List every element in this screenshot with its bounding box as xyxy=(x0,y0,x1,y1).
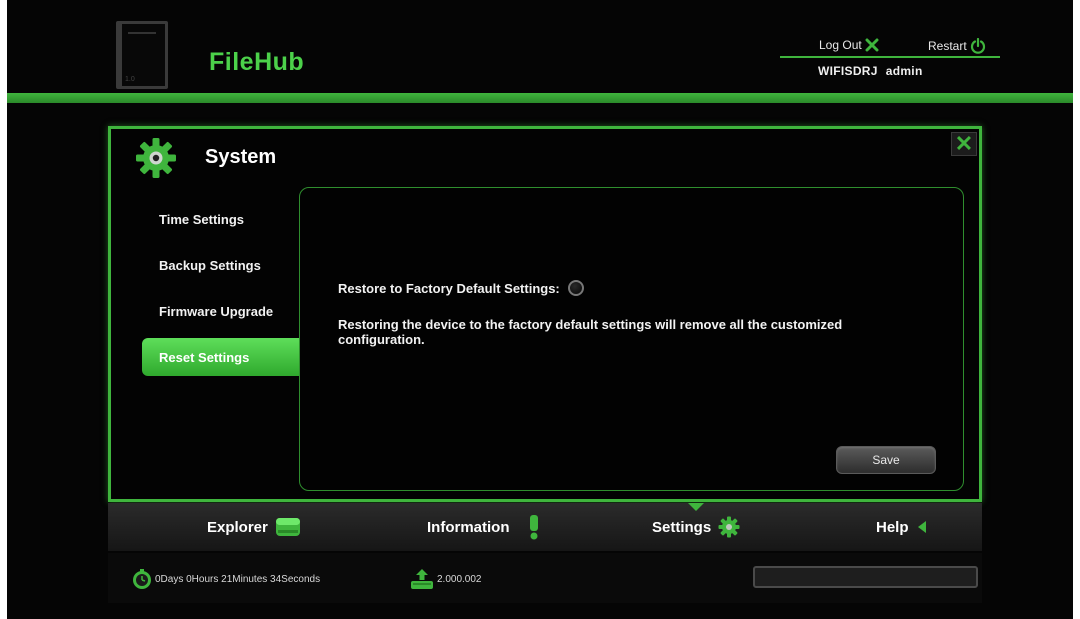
version-text: 2.000.002 xyxy=(437,573,482,585)
nav-label: Help xyxy=(876,518,909,536)
logout-link[interactable]: Log Out xyxy=(819,38,879,52)
menu-item-label: Backup Settings xyxy=(159,257,261,273)
username-label: admin xyxy=(885,64,923,78)
restore-row: Restore to Factory Default Settings: xyxy=(338,280,584,296)
nav-settings[interactable]: Settings xyxy=(652,514,740,540)
version-status: 2.000.002 xyxy=(409,568,482,590)
user-info: WIFISDRJ admin xyxy=(818,64,931,78)
drive-icon xyxy=(275,518,300,536)
close-icon: ✕ xyxy=(954,131,974,156)
status-progress-box xyxy=(753,566,978,588)
restart-link[interactable]: Restart xyxy=(928,38,986,54)
uptime-text: 0Days 0Hours 21Minutes 34Seconds xyxy=(155,573,321,585)
logout-x-icon xyxy=(865,38,879,52)
brand-title: FileHub xyxy=(209,48,305,76)
header-divider xyxy=(780,56,1000,58)
nav-active-pointer xyxy=(688,503,704,511)
gear-icon xyxy=(718,516,740,538)
filehub-logo-icon: 1.0 xyxy=(116,21,168,89)
power-icon xyxy=(970,38,985,54)
panel-title: System xyxy=(205,146,277,168)
exclamation-icon xyxy=(529,515,538,540)
uptime-status: 0Days 0Hours 21Minutes 34Seconds xyxy=(131,568,320,590)
top-links: Log Out Restart xyxy=(780,38,1000,58)
header-bar xyxy=(7,93,1073,103)
menu-item-backup-settings[interactable]: Backup Settings xyxy=(142,246,300,284)
nav-label: Explorer xyxy=(207,518,268,536)
close-button[interactable]: ✕ xyxy=(951,132,977,156)
nav-explorer[interactable]: Explorer xyxy=(207,514,301,540)
upload-icon xyxy=(411,569,433,589)
menu-item-label: Reset Settings xyxy=(159,349,250,365)
system-gear-icon xyxy=(136,138,176,178)
menu-item-time-settings[interactable]: Time Settings xyxy=(142,200,300,238)
arrow-left-icon xyxy=(917,521,926,533)
reset-description: Restoring the device to the factory defa… xyxy=(338,317,843,347)
nav-label: Information xyxy=(427,518,510,536)
menu-item-label: Firmware Upgrade xyxy=(159,303,274,319)
ssid-label: WIFISDRJ xyxy=(818,64,878,78)
restart-label: Restart xyxy=(928,39,967,53)
nav-information[interactable]: Information xyxy=(427,514,541,540)
save-button[interactable]: Save xyxy=(836,446,936,474)
nav-help[interactable]: Help xyxy=(876,514,928,540)
restore-radio[interactable] xyxy=(567,280,584,296)
save-label: Save xyxy=(872,453,900,467)
menu-item-firmware-upgrade[interactable]: Firmware Upgrade xyxy=(142,292,300,330)
menu-item-reset-settings[interactable]: Reset Settings xyxy=(142,338,300,376)
restore-label: Restore to Factory Default Settings: xyxy=(338,280,560,296)
logout-label: Log Out xyxy=(819,38,862,52)
nav-label: Settings xyxy=(652,518,712,536)
menu-item-label: Time Settings xyxy=(159,211,245,227)
clock-icon xyxy=(133,569,151,589)
